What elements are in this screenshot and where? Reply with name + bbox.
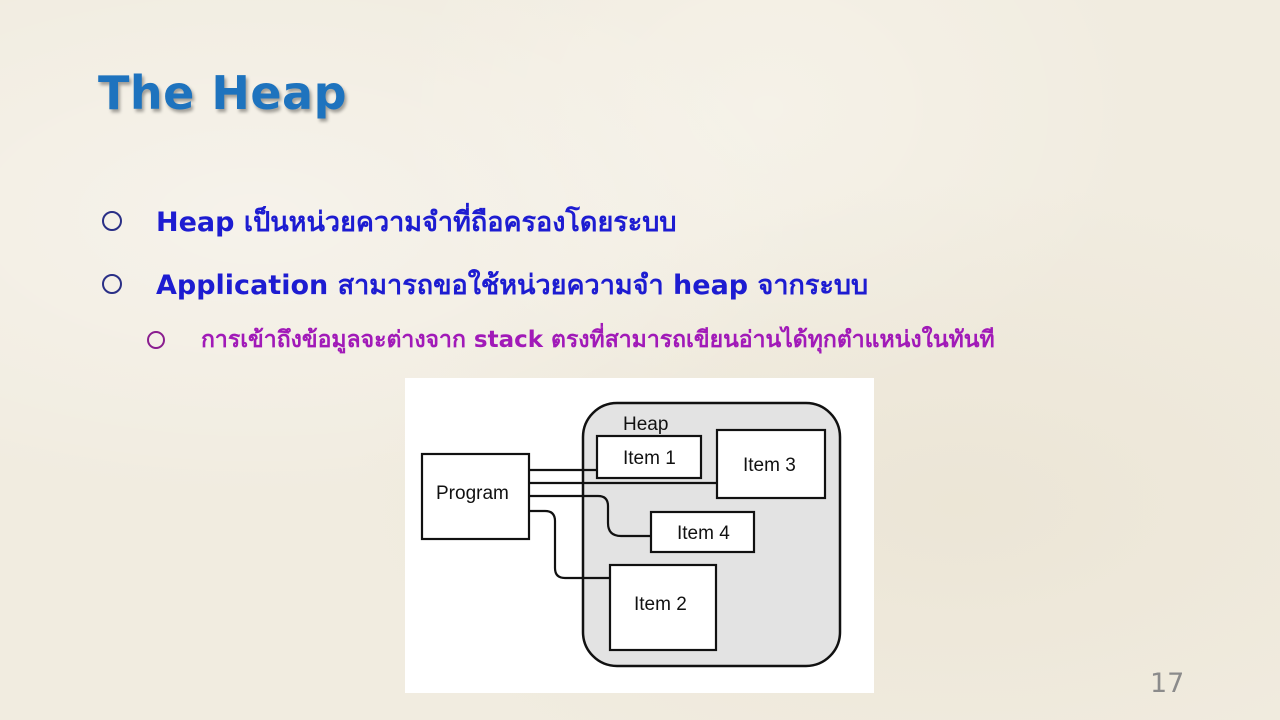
slide-title: The Heap [98,66,348,120]
hollow-circle-bullet-icon [147,331,165,349]
bullet-application-request: Application สามารถขอใช้หน่วยความจำ heap … [102,264,868,304]
hollow-circle-bullet-icon [102,274,122,294]
bullet-heap-definition: Heap เป็นหน่วยความจำที่ถือครองโดยระบบ [102,201,677,241]
program-label: Program [436,483,509,504]
heap-diagram-figure: Heap Program Item 1 Item 3 Item 4 Item 2 [405,378,874,693]
slide-page-number: 17 [1150,668,1185,699]
bullet-text: Heap เป็นหน่วยความจำที่ถือครองโดยระบบ [156,206,677,238]
item-1-label: Item 1 [623,448,676,469]
bullet-text: Application สามารถขอใช้หน่วยความจำ heap … [156,269,869,301]
heap-label: Heap [623,414,668,435]
sub-bullet-access-difference: การเข้าถึงข้อมูลจะต่างจาก stack ตรงที่สา… [147,322,995,358]
item-4-label: Item 4 [677,523,730,544]
sub-bullet-text: การเข้าถึงข้อมูลจะต่างจาก stack ตรงที่สา… [201,327,995,353]
heap-diagram: Heap Program Item 1 Item 3 Item 4 Item 2 [420,401,842,668]
item-2-label: Item 2 [634,594,687,615]
item-3-label: Item 3 [743,455,796,476]
hollow-circle-bullet-icon [102,211,122,231]
